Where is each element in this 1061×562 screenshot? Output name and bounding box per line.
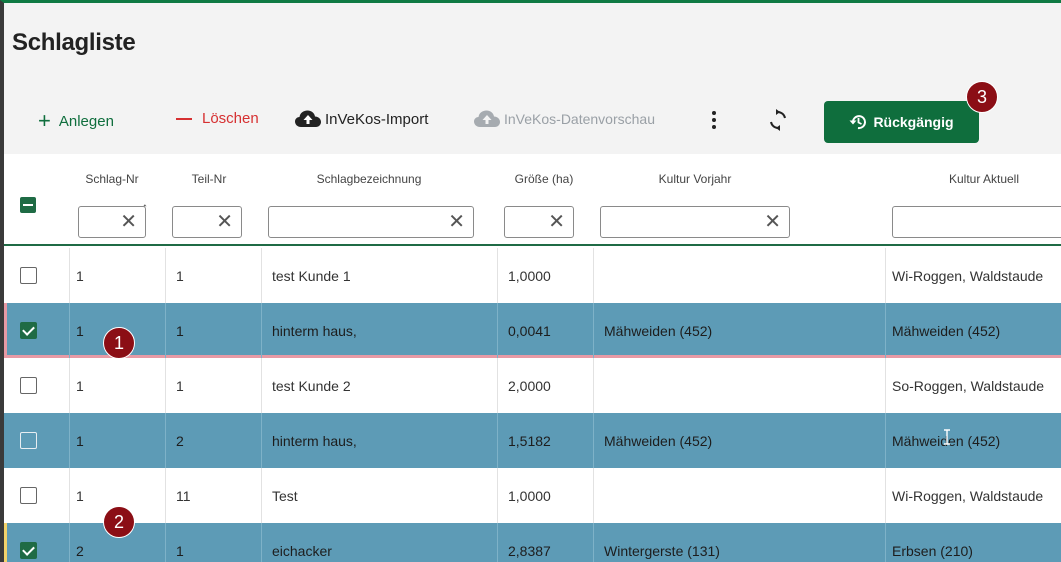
annotation-badge-2: 2	[103, 506, 135, 538]
cell-schlagbezeichnung: hinterm haus,	[262, 303, 498, 358]
column-header-teil-nr[interactable]: Teil-Nr	[174, 172, 244, 186]
cell-groesse: 2,8387	[498, 523, 594, 562]
table-row[interactable]: 1 2 hinterm haus, 1,5182 Mähweiden (452)…	[4, 413, 1061, 468]
history-icon	[849, 115, 867, 130]
minus-icon	[176, 117, 192, 120]
cell-teil-nr: 1	[166, 523, 262, 562]
cell-kultur-vorjahr	[594, 358, 886, 413]
cell-groesse: 2,0000	[498, 358, 594, 413]
filter-input-groesse[interactable]: ✕	[504, 206, 574, 238]
cell-teil-nr: 1	[166, 303, 262, 358]
toolbar: + Anlegen Löschen InVeKos-Import InVeKos…	[4, 81, 1061, 154]
cell-schlagbezeichnung: test Kunde 1	[262, 248, 498, 303]
invekos-import-button[interactable]: InVeKos-Import	[295, 110, 428, 128]
invekos-preview-label: InVeKos-Datenvorschau	[504, 111, 655, 127]
annotation-badge-1: 1	[103, 327, 135, 359]
cloud-upload-icon	[295, 110, 321, 127]
cell-teil-nr: 1	[166, 248, 262, 303]
annotation-badge-3: 3	[966, 81, 998, 113]
cell-schlagbezeichnung: eichacker	[262, 523, 498, 562]
cell-teil-nr: 11	[166, 468, 262, 523]
column-header-groesse[interactable]: Größe (ha)	[504, 172, 584, 186]
cell-kultur-aktuell: Erbsen (210)	[892, 542, 973, 559]
filter-input-schlagbezeichnung[interactable]: ✕	[268, 206, 474, 238]
cell-kultur-aktuell: Wi-Roggen, Waldstaude	[892, 487, 1044, 504]
select-all-checkbox[interactable]	[20, 197, 36, 213]
cell-kultur-aktuell: Mähweiden (452)	[892, 432, 1001, 449]
app-frame: Schlagliste + Anlegen Löschen InVeKos-Im…	[0, 0, 1061, 562]
filter-input-schlag-nr[interactable]: ✕	[78, 206, 146, 238]
more-options-icon[interactable]	[712, 111, 718, 131]
cell-schlagbezeichnung: hinterm haus,	[262, 413, 498, 468]
row-checkbox[interactable]	[20, 487, 37, 504]
table-header: Schlag-Nr ↑ Teil-Nr Schlagbezeichnung Gr…	[4, 154, 1061, 246]
row-checkbox[interactable]	[20, 377, 37, 394]
column-header-kultur-vorjahr[interactable]: Kultur Vorjahr	[600, 172, 790, 186]
add-button[interactable]: + Anlegen	[38, 110, 114, 132]
cell-groesse: 0,0041	[498, 303, 594, 358]
cell-groesse: 1,5182	[498, 413, 594, 468]
table-row[interactable]: 1 1 test Kunde 1 1,0000 Wi-Roggen, Walds…	[4, 248, 1061, 303]
page-title: Schlagliste	[12, 29, 136, 56]
refresh-icon[interactable]	[768, 109, 788, 131]
delete-button[interactable]: Löschen	[176, 110, 259, 127]
cell-schlag-nr: 1	[70, 413, 166, 468]
filter-input-kultur-vorjahr[interactable]: ✕	[600, 206, 790, 238]
cell-kultur-aktuell: Mähweiden (452)	[892, 322, 1001, 339]
cell-kultur-vorjahr	[594, 248, 886, 303]
undo-button[interactable]: Rückgängig	[824, 101, 979, 143]
cell-kultur-aktuell: So-Roggen, Waldstaude	[892, 377, 1045, 394]
page-header: Schlagliste	[4, 3, 1061, 81]
cell-teil-nr: 1	[166, 358, 262, 413]
column-header-kultur-aktuell[interactable]: Kultur Aktuell	[894, 172, 1061, 186]
row-checkbox[interactable]	[20, 542, 37, 559]
text-cursor-icon	[944, 429, 950, 445]
cell-kultur-aktuell: Wi-Roggen, Waldstaude	[892, 267, 1044, 284]
cell-schlag-nr: 1	[70, 358, 166, 413]
cell-teil-nr: 2	[166, 413, 262, 468]
cell-schlag-nr: 1	[70, 248, 166, 303]
cell-groesse: 1,0000	[498, 468, 594, 523]
filter-input-kultur-aktuell[interactable]	[892, 206, 1061, 238]
column-header-schlagbezeichnung[interactable]: Schlagbezeichnung	[274, 172, 464, 186]
clear-icon[interactable]: ✕	[216, 212, 233, 232]
plus-icon: +	[38, 108, 51, 133]
cell-kultur-vorjahr	[594, 468, 886, 523]
table-row[interactable]: 1 11 Test 1,0000 Wi-Roggen, Waldstaude	[4, 468, 1061, 523]
invekos-import-label: InVeKos-Import	[325, 110, 429, 128]
column-header-schlag-nr[interactable]: Schlag-Nr	[82, 172, 142, 186]
row-checkbox[interactable]	[20, 267, 37, 284]
clear-icon[interactable]: ✕	[548, 212, 565, 232]
clear-icon[interactable]: ✕	[448, 212, 465, 232]
undo-button-label: Rückgängig	[873, 114, 954, 130]
clear-icon[interactable]: ✕	[120, 212, 137, 232]
clear-icon[interactable]: ✕	[764, 212, 781, 232]
filter-input-teil-nr[interactable]: ✕	[172, 206, 242, 238]
table-row[interactable]: 1 1 hinterm haus, 0,0041 Mähweiden (452)…	[4, 303, 1061, 358]
table-row[interactable]: 2 1 eichacker 2,8387 Wintergerste (131) …	[4, 523, 1061, 562]
cell-schlagbezeichnung: test Kunde 2	[262, 358, 498, 413]
table-row[interactable]: 1 1 test Kunde 2 2,0000 So-Roggen, Walds…	[4, 358, 1061, 413]
row-checkbox[interactable]	[20, 432, 37, 449]
row-checkbox[interactable]	[20, 322, 37, 339]
cell-schlagbezeichnung: Test	[262, 468, 498, 523]
cell-kultur-vorjahr: Wintergerste (131)	[594, 523, 886, 562]
add-button-label: Anlegen	[58, 112, 114, 130]
delete-button-label: Löschen	[202, 110, 259, 127]
invekos-preview-button[interactable]: InVeKos-Datenvorschau	[474, 110, 655, 128]
cloud-upload-icon	[474, 110, 500, 127]
cell-kultur-vorjahr: Mähweiden (452)	[594, 413, 886, 468]
cell-kultur-vorjahr: Mähweiden (452)	[594, 303, 886, 358]
cell-groesse: 1,0000	[498, 248, 594, 303]
